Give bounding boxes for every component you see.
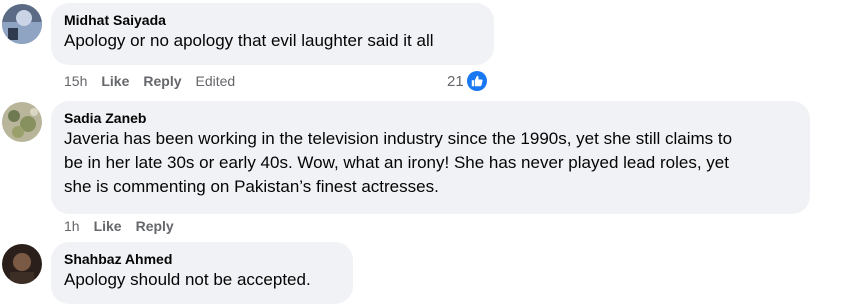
comment-bubble: Shahbaz Ahmed Apology should not be acce…: [51, 242, 353, 304]
comment-author[interactable]: Midhat Saiyada: [64, 11, 481, 29]
like-button[interactable]: Like: [101, 72, 129, 90]
avatar-image: [2, 244, 42, 284]
comment-3: Shahbaz Ahmed Apology should not be acce…: [0, 240, 841, 305]
comment-1: Midhat Saiyada Apology or no apology tha…: [0, 0, 841, 100]
reply-button[interactable]: Reply: [136, 217, 174, 235]
avatar-image: [2, 102, 42, 142]
comment-bubble: Sadia Zaneb Javeria has been working in …: [51, 101, 810, 214]
like-button[interactable]: Like: [94, 217, 122, 235]
like-icon: [466, 71, 487, 91]
comment-author[interactable]: Shahbaz Ahmed: [64, 250, 340, 268]
comment-actions: 1h Like Reply: [64, 217, 188, 235]
comment-actions: 15h Like Reply Edited: [64, 72, 249, 90]
comment-timestamp[interactable]: 15h: [64, 72, 87, 90]
comment-2: Sadia Zaneb Javeria has been working in …: [0, 100, 841, 240]
comment-text-line-2: be in her late 30s or early 40s. Wow, wh…: [64, 153, 729, 172]
avatar[interactable]: [2, 4, 42, 44]
avatar-image: [2, 4, 42, 44]
reply-button[interactable]: Reply: [143, 72, 181, 90]
comment-timestamp[interactable]: 1h: [64, 217, 80, 235]
comment-text-line-3: she is commenting on Pakistan’s finest a…: [64, 177, 439, 196]
reaction-count: 21: [447, 72, 464, 90]
comment-bubble: Midhat Saiyada Apology or no apology tha…: [51, 3, 494, 65]
edited-label[interactable]: Edited: [196, 72, 236, 90]
avatar[interactable]: [2, 244, 42, 284]
avatar[interactable]: [2, 102, 42, 142]
comment-text: Apology should not be accepted.: [64, 270, 311, 289]
comment-author[interactable]: Sadia Zaneb: [64, 109, 797, 127]
comment-text: Apology or no apology that evil laughter…: [64, 31, 434, 50]
reaction-summary[interactable]: 21: [447, 71, 487, 91]
comment-text-line-1: Javeria has been working in the televisi…: [64, 129, 733, 148]
